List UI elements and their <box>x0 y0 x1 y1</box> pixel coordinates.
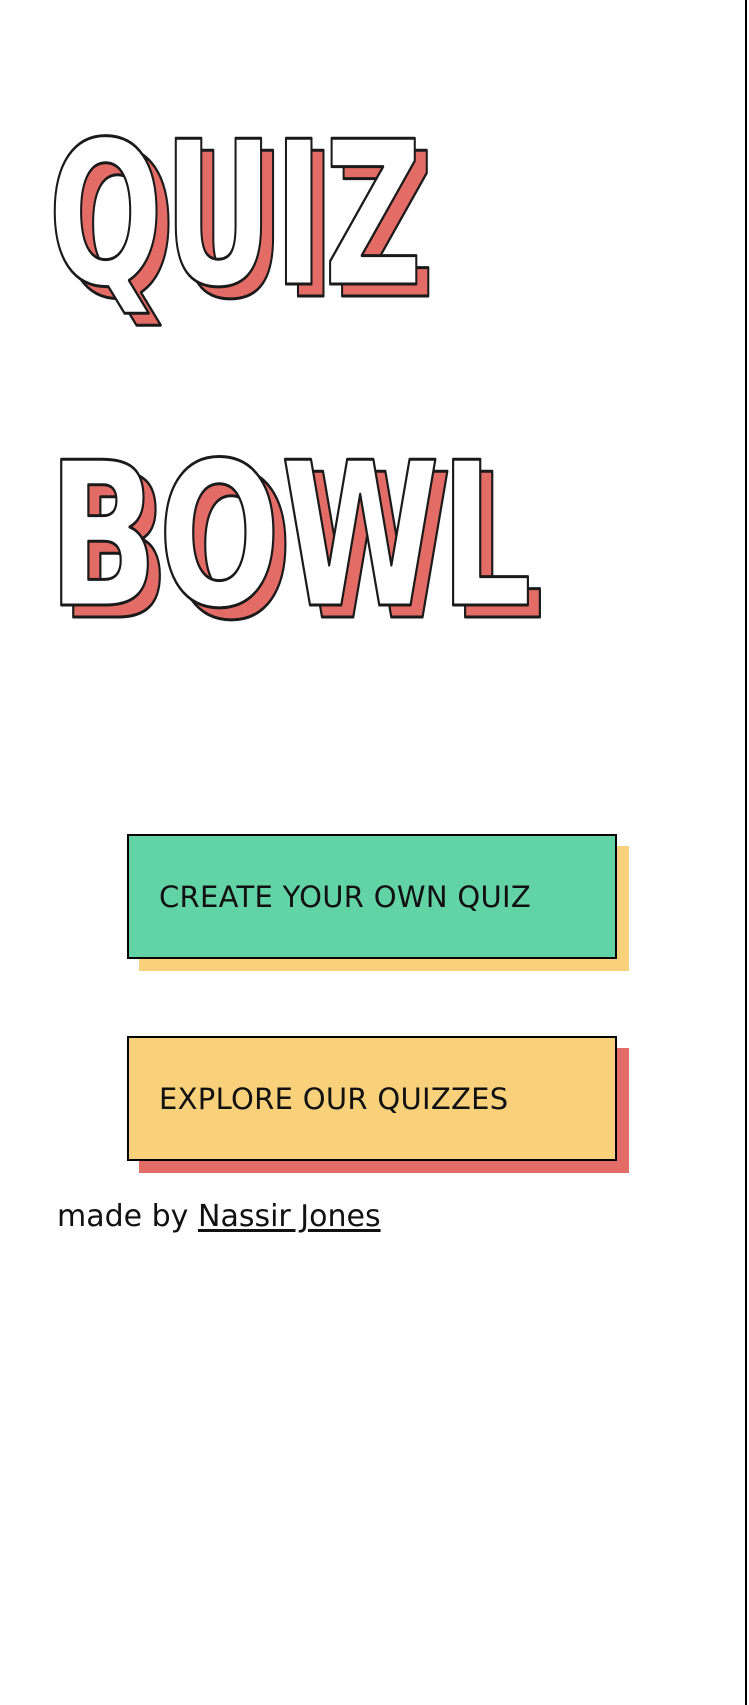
quiz-bowl-logo: QUIZ QUIZ BOWL BOWL <box>47 98 545 650</box>
explore-quizzes-button[interactable]: EXPLORE OUR QUIZZES <box>127 1036 617 1161</box>
title-line-quiz: QUIZ QUIZ <box>47 98 436 346</box>
explore-quizzes-button-group: EXPLORE OUR QUIZZES <box>127 1036 629 1173</box>
create-quiz-button-group: CREATE YOUR OWN QUIZ <box>127 834 629 971</box>
author-credit: made by Nassir Jones <box>57 1199 381 1234</box>
title-quiz-face: QUIZ <box>48 99 422 332</box>
create-quiz-button[interactable]: CREATE YOUR OWN QUIZ <box>127 834 617 959</box>
title-bowl-face: BOWL <box>48 420 532 650</box>
page-viewport: QUIZ QUIZ BOWL BOWL CREATE YOUR OWN QUIZ… <box>0 0 747 1705</box>
author-link[interactable]: Nassir Jones <box>198 1199 381 1234</box>
title-line-bowl: BOWL BOWL <box>47 419 545 650</box>
credit-prefix: made by <box>57 1199 189 1234</box>
